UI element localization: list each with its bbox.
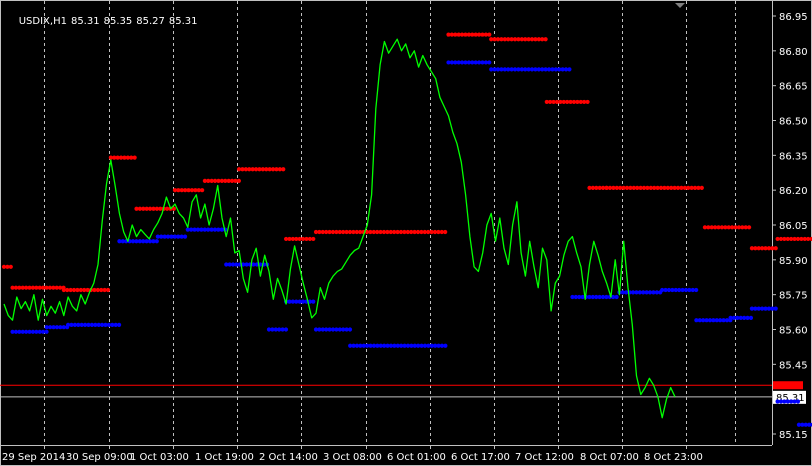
support-level-dot (795, 399, 801, 404)
high-price: 85.35 (103, 16, 133, 27)
support-level (117, 239, 159, 244)
resistance-level (172, 188, 205, 193)
support-level-dot (567, 67, 572, 72)
price-tick-label: 86.05 (779, 221, 808, 232)
support-level-dot (311, 299, 316, 304)
support-level (489, 67, 572, 72)
support-level (446, 60, 492, 65)
resistance-level (61, 287, 111, 293)
support-level (44, 325, 70, 330)
time-tick-label: 8 Oct 23:00 (644, 452, 703, 463)
resistance-level-dot (281, 167, 286, 172)
support-level-dot (487, 60, 492, 65)
resistance-level-dot (699, 185, 704, 190)
support-level (694, 318, 733, 323)
resistance-level-dot (236, 178, 241, 183)
resistance-level-dot (543, 37, 548, 42)
scroll-position-marker-icon[interactable] (675, 3, 685, 8)
symbol-label: USDIX,H1 (18, 16, 67, 27)
support-level-dot (347, 327, 353, 332)
time-tick-label: 7 Oct 12:00 (515, 452, 574, 463)
price-line (3, 38, 676, 419)
support-level-dot (283, 327, 289, 332)
resistance-level-dot (311, 236, 316, 242)
resistance-level-dot (487, 32, 492, 37)
resistance-level (544, 99, 590, 105)
chart-window[interactable]: 85.31 29 Sep 2014 30 Sep 09:00 1 Oct 03:00… (0, 0, 812, 466)
resistance-level-dot (200, 188, 205, 193)
resistance-level (283, 236, 316, 242)
resistance-level (313, 229, 448, 235)
support-level-dot (117, 322, 122, 327)
resistance-level-dot (585, 99, 590, 105)
resistance-level (1, 264, 13, 269)
price-tick-label: 86.80 (779, 47, 808, 58)
time-tick-label: 30 Sep 09:00 (66, 452, 133, 463)
resistance-level (749, 246, 778, 251)
resistance-level (702, 225, 752, 230)
support-level-dot (182, 234, 188, 239)
support-level-dot (44, 329, 49, 334)
resistance-level-dot (773, 246, 778, 251)
time-tick-label: 1 Oct 03:00 (130, 452, 189, 463)
time-tick-label: 1 Oct 19:00 (195, 452, 254, 463)
price-tick-label: 86.20 (779, 186, 808, 197)
time-tick-label: 3 Oct 08:00 (323, 452, 382, 463)
price-tick-label: 86.35 (779, 151, 808, 162)
support-level (155, 234, 188, 239)
resistance-level (202, 178, 241, 183)
resistance-level (489, 37, 548, 42)
resistance-level (775, 236, 812, 242)
time-tick-label: 8 Oct 07:00 (580, 452, 639, 463)
resistance-level (108, 155, 137, 160)
time-tick-label: 6 Oct 17:00 (451, 452, 510, 463)
support-level (185, 227, 228, 232)
support-level-dot (694, 287, 699, 293)
price-chart[interactable]: 85.31 29 Sep 2014 30 Sep 09:001 Oct 03:00… (0, 0, 812, 466)
support-level (796, 422, 812, 427)
symbol-info-bar: USDIX,H1 85.31 85.35 85.27 85.31 (6, 5, 202, 38)
resistance-level-dot (443, 229, 448, 235)
price-tick-label: 85.15 (779, 430, 808, 441)
resistance-level (604, 185, 704, 190)
support-level-dot (443, 343, 448, 348)
price-tick-label: 85.60 (779, 326, 808, 337)
time-tick-label: 6 Oct 01:00 (387, 452, 446, 463)
price-tick-label: 85.75 (779, 291, 808, 302)
support-level-dot (614, 294, 619, 300)
resistance-level (446, 32, 492, 37)
red-level-marker (773, 381, 803, 390)
resistance-level-dot (747, 225, 752, 230)
time-tick-label: 29 Sep 2014 (2, 452, 65, 463)
price-tick-label: 85.45 (779, 360, 808, 371)
low-price: 85.27 (136, 16, 165, 27)
time-tick-label: 2 Oct 14:00 (259, 452, 318, 463)
support-level-dot (154, 239, 159, 244)
price-tick-label: 86.95 (779, 12, 808, 23)
support-level (749, 306, 778, 311)
support-level (313, 327, 353, 332)
support-level (66, 322, 122, 327)
support-level (266, 327, 289, 332)
price-tick-label: 86.65 (779, 82, 808, 93)
resistance-level-dot (105, 287, 111, 293)
support-level-dot (773, 306, 778, 311)
support-level (283, 299, 316, 304)
price-tick-label: 85.90 (779, 256, 808, 267)
resistance-level-dot (132, 155, 137, 160)
close-price: 85.31 (168, 16, 198, 27)
support-level (10, 329, 49, 334)
resistance-level (10, 285, 66, 290)
open-price: 85.31 (70, 16, 100, 27)
support-level (660, 287, 699, 293)
support-level-dot (748, 315, 754, 320)
support-level (617, 290, 663, 295)
support-level (348, 343, 448, 348)
resistance-level-dot (8, 264, 13, 269)
resistance-level (236, 167, 286, 172)
price-tick-label: 86.50 (779, 117, 808, 128)
